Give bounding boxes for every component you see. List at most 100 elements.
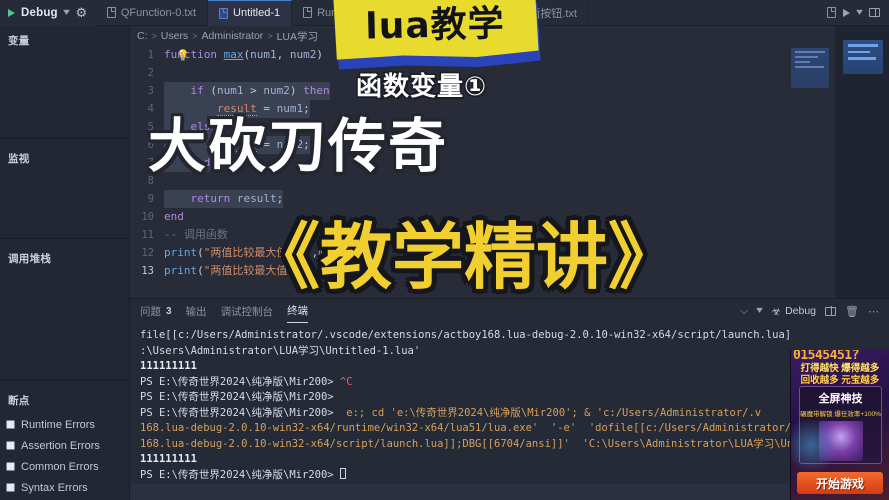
terminal-line: PS E:\传奇世界2024\纯净版\Mir200> — [140, 467, 346, 481]
section-title: 调用堆栈 — [8, 253, 52, 265]
breadcrumb-item-lua-folder[interactable]: LUA学习 — [277, 29, 318, 44]
panel-bottom-strip — [130, 484, 889, 500]
tab-qmanage[interactable]: QManage.txt — [393, 0, 494, 26]
play-triangle-icon[interactable] — [842, 8, 850, 17]
checkbox-icon[interactable] — [6, 420, 15, 429]
play-triangle-icon[interactable] — [8, 8, 15, 17]
section-title: 变量 — [8, 35, 30, 47]
gear-icon[interactable]: ⚙ — [75, 6, 88, 19]
tab-untitled-1[interactable]: Untitled-1 — [208, 0, 293, 26]
terminal-line: PS E:\传奇世界2024\纯净版\Mir200> ^C — [140, 376, 353, 388]
code-line: 1 function max(num1, num2) — [130, 46, 835, 64]
section-title: 监视 — [8, 153, 30, 165]
panel-tab-output[interactable]: 输出 — [186, 304, 207, 319]
trash-icon[interactable]: 🗑 — [845, 305, 859, 318]
breadcrumb[interactable]: C: > Users > Administrator > LUA学习 — [130, 26, 835, 46]
sidebar-section-variables[interactable]: 变量 — [0, 26, 38, 53]
more-actions-icon[interactable]: ⋯ — [868, 305, 879, 318]
code-line: 2 — [130, 64, 835, 82]
tab-interface-button[interactable]: 界面按钮.txt — [493, 0, 589, 26]
code-line: 7 end — [130, 154, 835, 172]
ad-skill-subtitle: 碾魔带解锁 爆任效率+100% — [800, 411, 881, 418]
chevron-down-icon[interactable]: ▾ — [756, 306, 763, 316]
code-line: 11 -- 调用函数 — [130, 226, 835, 244]
terminal-selector-label: Debug — [785, 305, 817, 317]
split-editor-icon[interactable] — [869, 7, 880, 18]
line-number: 1 — [147, 49, 154, 61]
line-number: 4 — [147, 103, 154, 115]
terminal-line: PS E:\传奇世界2024\纯净版\Mir200> — [140, 391, 334, 403]
line-number: 13 — [141, 265, 154, 277]
debug-sidebar: 变量 监视 调用堆栈 断点 Runtime Errors Assertion E… — [0, 26, 130, 500]
panel-tab-debug-console[interactable]: 调试控制台 — [221, 304, 274, 319]
line-text: else — [164, 118, 217, 136]
panel-tab-label: 终端 — [287, 305, 309, 317]
split-terminal-icon[interactable] — [825, 306, 837, 316]
sidebar-section-watch[interactable]: 监视 — [0, 144, 38, 171]
tab-label: QFunction-0.txt — [120, 6, 197, 19]
terminal-line: 168.lua-debug-2.0.10-win32-x64/script/la… — [140, 437, 800, 450]
checkbox-icon[interactable] — [6, 462, 15, 471]
tab-qfunction[interactable]: QFunction-0.txt — [96, 0, 209, 26]
breakpoint-label: Syntax Errors — [21, 481, 88, 494]
sidebar-section-breakpoints[interactable]: 断点 Runtime Errors Assertion Errors Commo… — [0, 386, 130, 500]
ad-start-game-button[interactable]: 开始游戏 — [797, 472, 883, 494]
bug-icon: ☣ — [771, 305, 782, 318]
game-ad-overlay[interactable]: 01545451? 打得越快 爆得越多 回收越多 元宝越多 全屏神技 碾魔带解锁… — [790, 350, 889, 500]
line-text: result = num1; — [164, 100, 310, 118]
line-text: -- 调用函数 — [164, 228, 228, 241]
line-number: 10 — [141, 211, 154, 223]
breadcrumb-item-users[interactable]: Users — [161, 30, 188, 42]
terminal-ctrlc: ^C — [333, 375, 353, 388]
code-editor[interactable]: C: > Users > Administrator > LUA学习 💡 1 fu… — [130, 26, 835, 298]
code-line: 5 else — [130, 118, 835, 136]
breakpoint-item-syntax-errors[interactable]: Syntax Errors — [6, 477, 130, 498]
terminal-output[interactable]: file[[c:/Users/Administrator/.vscode/ext… — [130, 323, 889, 483]
code-line: 8 — [130, 172, 835, 190]
breadcrumb-separator: > — [267, 31, 273, 41]
line-text: print("两值比较最大值为 ",max(5,6)) — [164, 264, 378, 277]
breakpoint-label: Assertion Errors — [21, 439, 100, 452]
code-content[interactable]: 1 function max(num1, num2) 2 3 if (num1 >… — [130, 46, 835, 280]
file-icon — [404, 7, 414, 18]
chevron-down-icon[interactable]: ▾ — [856, 7, 863, 18]
terminal-line: PS E:\传奇世界2024\纯净版\Mir200> e:; cd 'e:\传奇… — [140, 407, 761, 419]
breakpoint-item-assertion-errors[interactable]: Assertion Errors — [6, 435, 130, 456]
editor-overview-thumbnail[interactable] — [843, 40, 883, 74]
terminal-selector[interactable]: ☣ Debug — [771, 305, 816, 318]
breakpoint-label: Common Errors — [21, 460, 99, 473]
breakpoint-list: Runtime Errors Assertion Errors Common E… — [0, 413, 130, 500]
section-title: 断点 — [8, 395, 30, 407]
panel-tab-problems[interactable]: 问题 3 — [140, 304, 172, 319]
run-file-icon[interactable] — [826, 7, 836, 18]
code-line: 9 return result; — [130, 190, 835, 208]
terminal-prompt: PS E:\传奇世界2024\纯净版\Mir200> — [140, 406, 334, 419]
breakpoint-item-runtime-errors[interactable]: Runtime Errors — [6, 414, 130, 435]
panel-tab-label: 调试控制台 — [220, 305, 274, 318]
breakpoint-label: Runtime Errors — [21, 418, 95, 431]
checkbox-icon[interactable] — [6, 441, 15, 450]
debug-launch-control[interactable]: Debug ▾ ⚙ — [0, 0, 96, 26]
tab-label: RunRobot.txt — [317, 6, 382, 19]
panel-tab-terminal[interactable]: 终端 — [287, 299, 309, 323]
code-line: 6 result = num2; — [130, 136, 835, 154]
panel-tab-label: 输出 — [185, 305, 207, 318]
sidebar-section-callstack[interactable]: 调用堆栈 — [0, 244, 59, 271]
filter-icon[interactable]: ⌵ — [740, 305, 748, 318]
breakpoint-item-common-errors[interactable]: Common Errors — [6, 456, 130, 477]
file-icon — [504, 7, 514, 18]
breadcrumb-item-drive[interactable]: C: — [137, 30, 148, 42]
checkbox-icon[interactable] — [6, 483, 15, 492]
line-number: 8 — [147, 175, 154, 187]
terminal-prompt: PS E:\传奇世界2024\纯净版\Mir200> — [140, 375, 334, 388]
code-line: 12 print("两值比较最大值为 ",max(10,4)) — [130, 244, 835, 262]
code-line: 3 if (num1 > num2) then — [130, 82, 835, 100]
line-text: result = num2; — [164, 136, 310, 154]
breadcrumb-separator: > — [151, 31, 157, 41]
tab-label: QManage.txt — [418, 6, 482, 19]
terminal-line: :\Users\Administrator\LUA学习\Untitled-1.l… — [140, 344, 421, 357]
breadcrumb-item-administrator[interactable]: Administrator — [201, 30, 263, 42]
tab-runrobot[interactable]: RunRobot.txt — [292, 0, 394, 26]
chevron-down-icon[interactable]: ▾ — [63, 7, 70, 18]
terminal-prompt: PS E:\传奇世界2024\纯净版\Mir200> — [140, 468, 334, 481]
